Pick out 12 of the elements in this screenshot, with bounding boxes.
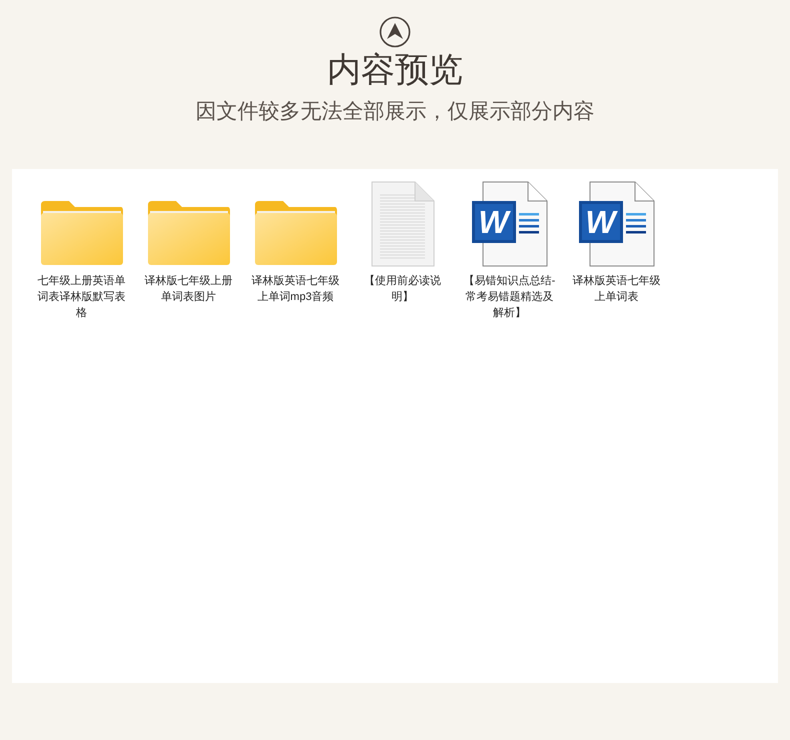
- folder-icon: [252, 199, 338, 267]
- page-title: 内容预览: [327, 50, 463, 90]
- text-document-icon: [370, 181, 434, 267]
- file-name[interactable]: 译林版英语七年级上单词表: [570, 273, 662, 305]
- page-subtitle: 因文件较多无法全部展示，仅展示部分内容: [196, 99, 594, 125]
- file-name[interactable]: 【易错知识点总结-常考易错题精选及解析】: [464, 273, 556, 321]
- file-name[interactable]: 七年级上册英语单词表译林版默写表格: [36, 273, 128, 321]
- file-name[interactable]: 【使用前必读说明】: [356, 273, 448, 305]
- file-name[interactable]: 译林版英语七年级上单词mp3音频: [250, 273, 342, 305]
- folder-icon: [38, 199, 124, 267]
- file-name[interactable]: 译林版七年级上册单词表图片: [142, 273, 234, 305]
- folder-icon: [146, 199, 232, 267]
